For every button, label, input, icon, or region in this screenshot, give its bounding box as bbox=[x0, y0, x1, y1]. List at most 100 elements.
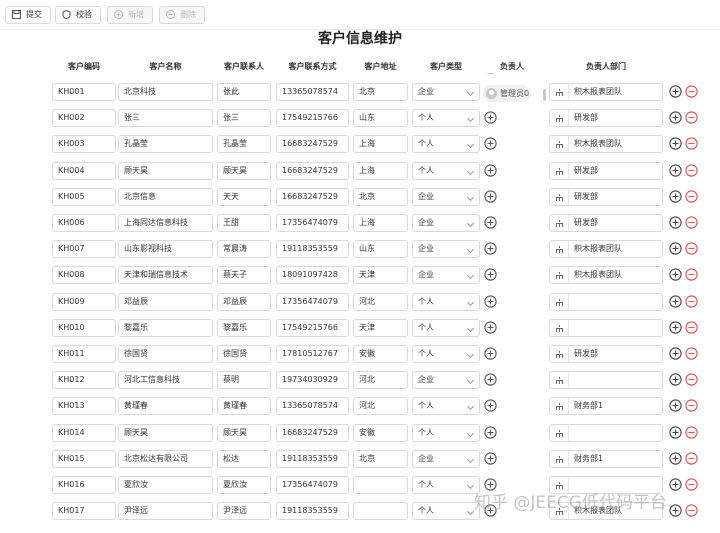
add-owner-icon[interactable] bbox=[484, 452, 497, 465]
remove-row-icon[interactable] bbox=[685, 111, 698, 124]
dept-field[interactable]: 积木报表团队 bbox=[549, 83, 663, 101]
dept-field[interactable]: 研发部 bbox=[549, 345, 663, 363]
address-field[interactable]: 山东 bbox=[353, 240, 408, 258]
name-field[interactable]: 山东影视科技 bbox=[118, 240, 213, 258]
code-field[interactable]: KH004 bbox=[52, 162, 116, 180]
type-select[interactable]: 个人 bbox=[412, 293, 480, 311]
address-field[interactable]: 北京 bbox=[353, 188, 408, 206]
address-field[interactable]: 上海 bbox=[353, 135, 408, 153]
phone-field[interactable]: 19118353559 bbox=[276, 502, 349, 520]
name-field[interactable]: 顾天昊 bbox=[118, 162, 213, 180]
remove-row-icon[interactable] bbox=[685, 137, 698, 150]
type-select[interactable]: 个人 bbox=[412, 345, 480, 363]
add-owner-icon[interactable] bbox=[484, 111, 497, 124]
add-row-icon[interactable] bbox=[669, 137, 682, 150]
name-field[interactable]: 黎嘉乐 bbox=[118, 319, 213, 337]
contact-field[interactable]: 松达 bbox=[217, 450, 271, 468]
remove-row-icon[interactable] bbox=[685, 268, 698, 281]
add-owner-icon[interactable] bbox=[484, 216, 497, 229]
add-owner-icon[interactable] bbox=[484, 321, 497, 334]
name-field[interactable]: 尹泽远 bbox=[118, 502, 213, 520]
type-select[interactable]: 个人 bbox=[412, 424, 480, 442]
name-field[interactable]: 北京信息 bbox=[118, 188, 213, 206]
type-select[interactable]: 企业 bbox=[412, 371, 480, 389]
contact-field[interactable]: 王甜 bbox=[217, 214, 271, 232]
contact-field[interactable]: 蔡夫子 bbox=[217, 266, 271, 284]
code-field[interactable]: KH011 bbox=[52, 345, 116, 363]
code-field[interactable]: KH016 bbox=[52, 476, 116, 494]
phone-field[interactable]: 19118353559 bbox=[276, 240, 349, 258]
name-field[interactable]: 徐国贤 bbox=[118, 345, 213, 363]
add-owner-icon[interactable] bbox=[484, 373, 497, 386]
address-field[interactable]: 河北 bbox=[353, 397, 408, 415]
add-owner-icon[interactable] bbox=[484, 399, 497, 412]
remove-row-icon[interactable] bbox=[685, 164, 698, 177]
contact-field[interactable]: 蔡明 bbox=[217, 371, 271, 389]
owner-scrollbar[interactable] bbox=[543, 89, 546, 101]
add-row-icon[interactable] bbox=[669, 85, 682, 98]
remove-row-icon[interactable] bbox=[685, 190, 698, 203]
name-field[interactable]: 张三 bbox=[118, 109, 213, 127]
add-owner-icon[interactable] bbox=[484, 242, 497, 255]
phone-field[interactable]: 16683247529 bbox=[276, 424, 349, 442]
contact-field[interactable]: 顾天昊 bbox=[217, 424, 271, 442]
contact-field[interactable]: 邓益辰 bbox=[217, 293, 271, 311]
scroll-up-arrow-icon[interactable] bbox=[487, 73, 495, 77]
name-field[interactable]: 顾天昊 bbox=[118, 424, 213, 442]
code-field[interactable]: KH012 bbox=[52, 371, 116, 389]
contact-field[interactable]: 顾天昊 bbox=[217, 162, 271, 180]
contact-field[interactable]: 孔晶莹 bbox=[217, 135, 271, 153]
type-select[interactable]: 企业 bbox=[412, 240, 480, 258]
contact-field[interactable]: 常晨涛 bbox=[217, 240, 271, 258]
add-owner-icon[interactable] bbox=[484, 295, 497, 308]
validate-button[interactable]: 校验 bbox=[55, 6, 101, 24]
name-field[interactable]: 上海同达信息科技 bbox=[118, 214, 213, 232]
delete-button[interactable]: 删除 bbox=[159, 6, 205, 24]
name-field[interactable]: 孔晶莹 bbox=[118, 135, 213, 153]
code-field[interactable]: KH017 bbox=[52, 502, 116, 520]
name-field[interactable]: 北京松达有限公司 bbox=[118, 450, 213, 468]
address-field[interactable]: 山东 bbox=[353, 109, 408, 127]
name-field[interactable]: 夏欣汝 bbox=[118, 476, 213, 494]
contact-field[interactable]: 夏欣汝 bbox=[217, 476, 271, 494]
remove-row-icon[interactable] bbox=[685, 373, 698, 386]
contact-field[interactable]: 张此 bbox=[217, 83, 271, 101]
contact-field[interactable]: 黄瑾春 bbox=[217, 397, 271, 415]
dept-field[interactable]: 研发部 bbox=[549, 214, 663, 232]
type-select[interactable]: 个人 bbox=[412, 109, 480, 127]
code-field[interactable]: KH009 bbox=[52, 293, 116, 311]
phone-field[interactable]: 19118353559 bbox=[276, 450, 349, 468]
name-field[interactable]: 河北工信息科技 bbox=[118, 371, 213, 389]
dept-field[interactable]: 财务部1 bbox=[549, 450, 663, 468]
address-field[interactable]: 河北 bbox=[353, 293, 408, 311]
address-field[interactable]: 上海 bbox=[353, 214, 408, 232]
phone-field[interactable]: 17549215766 bbox=[276, 319, 349, 337]
remove-row-icon[interactable] bbox=[685, 85, 698, 98]
phone-field[interactable]: 16683247529 bbox=[276, 188, 349, 206]
address-field[interactable]: 上海 bbox=[353, 162, 408, 180]
add-row-icon[interactable] bbox=[669, 399, 682, 412]
address-field[interactable] bbox=[353, 502, 408, 520]
remove-row-icon[interactable] bbox=[685, 242, 698, 255]
dept-field[interactable] bbox=[549, 293, 663, 311]
remove-row-icon[interactable] bbox=[685, 478, 698, 491]
type-select[interactable]: 企业 bbox=[412, 214, 480, 232]
add-row-icon[interactable] bbox=[669, 268, 682, 281]
code-field[interactable]: KH010 bbox=[52, 319, 116, 337]
type-select[interactable]: 企业 bbox=[412, 266, 480, 284]
remove-row-icon[interactable] bbox=[685, 399, 698, 412]
add-row-icon[interactable] bbox=[669, 478, 682, 491]
code-field[interactable]: KH013 bbox=[52, 397, 116, 415]
add-owner-icon[interactable] bbox=[484, 137, 497, 150]
name-field[interactable]: 邓益辰 bbox=[118, 293, 213, 311]
remove-row-icon[interactable] bbox=[685, 295, 698, 308]
add-row-icon[interactable] bbox=[669, 164, 682, 177]
address-field[interactable]: 安徽 bbox=[353, 345, 408, 363]
phone-field[interactable]: 18091097428 bbox=[276, 266, 349, 284]
dept-field[interactable]: 研发部 bbox=[549, 188, 663, 206]
add-owner-icon[interactable] bbox=[484, 268, 497, 281]
contact-field[interactable]: 黎嘉乐 bbox=[217, 319, 271, 337]
type-select[interactable]: 个人 bbox=[412, 476, 480, 494]
address-field[interactable]: 安徽 bbox=[353, 424, 408, 442]
phone-field[interactable]: 17549215766 bbox=[276, 109, 349, 127]
